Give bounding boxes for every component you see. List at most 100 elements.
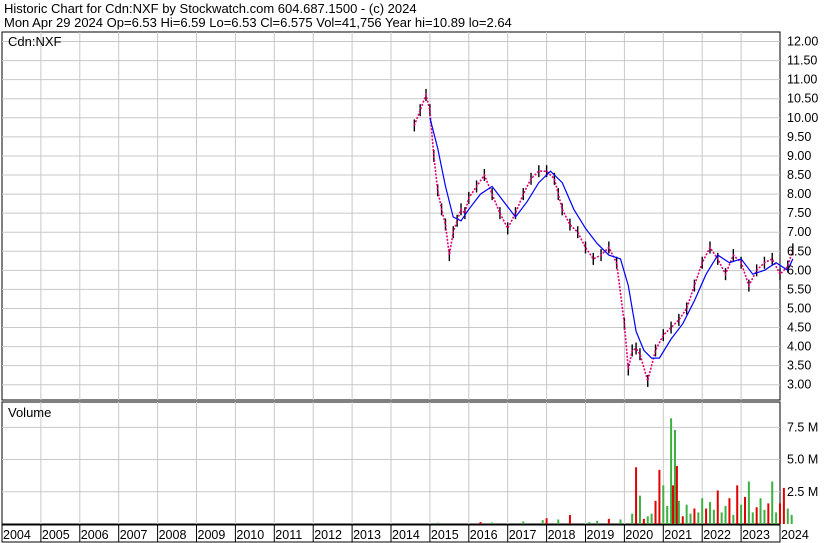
volume-bar [545, 518, 548, 524]
volume-bar [631, 513, 634, 524]
price-tick-label: 8.50 [787, 168, 811, 182]
price-tick-label: 7.00 [787, 225, 811, 239]
price-tick-label: 4.50 [787, 321, 811, 335]
year-tick-label: 2004 [3, 528, 31, 542]
volume-bar [716, 490, 719, 524]
year-tick-label: 2022 [703, 528, 731, 542]
symbol-label: Cdn:NXF [8, 34, 62, 49]
volume-bar [775, 512, 778, 524]
price-tick-label: 6.00 [787, 263, 811, 277]
year-tick-label: 2008 [159, 528, 187, 542]
year-tick-label: 2006 [81, 528, 109, 542]
price-tick-label: 3.00 [787, 378, 811, 392]
volume-bar [677, 500, 680, 524]
year-tick-label: 2018 [548, 528, 576, 542]
price-tick-label: 12.00 [787, 35, 818, 49]
volume-bar [732, 514, 735, 524]
volume-bar [638, 495, 641, 524]
volume-bar [479, 522, 482, 524]
volume-bar [763, 509, 766, 524]
price-tick-label: 10.50 [787, 92, 818, 106]
year-tick-label: 2016 [470, 528, 498, 542]
volume-bar [681, 516, 684, 524]
volume-bar [675, 466, 678, 524]
price-tick-label: 5.50 [787, 282, 811, 296]
price-tick-label: 4.00 [787, 340, 811, 354]
volume-bar [782, 487, 785, 524]
year-tick-label: 2020 [625, 528, 653, 542]
year-tick-label: 2021 [664, 528, 692, 542]
volume-bar [786, 508, 789, 524]
year-tick-label: 2023 [742, 528, 770, 542]
volume-bar [705, 508, 708, 524]
volume-bar [607, 518, 610, 524]
price-tick-label: 9.50 [787, 130, 811, 144]
price-tick-label: 6.50 [787, 244, 811, 258]
volume-bar [491, 522, 494, 524]
volume-bar [767, 503, 770, 524]
volume-axis: 7.5 M 5.0 M 2.5 M [787, 420, 818, 498]
volume-bar [673, 429, 676, 524]
volume-bar [672, 485, 675, 524]
volume-bar [736, 485, 739, 524]
volume-bar [697, 512, 700, 524]
volume-bar [712, 509, 715, 524]
volume-bar [755, 507, 758, 524]
year-tick-label: 2015 [431, 528, 459, 542]
volume-bar [771, 481, 774, 524]
volume-bar [646, 516, 649, 524]
volume-tick-label: 5.0 M [787, 453, 818, 467]
year-tick-label: 2009 [198, 528, 226, 542]
volume-bar [642, 518, 645, 524]
volume-bar [747, 481, 750, 524]
price-tick-label: 11.00 [787, 73, 817, 87]
volume-bar [724, 505, 727, 524]
year-tick-label: 2012 [314, 528, 342, 542]
time-axis: 2004 2005 2006 2007 2008 2009 2010 2011 2012 2013… [3, 525, 809, 542]
volume-bar [568, 514, 571, 524]
grid-lines [2, 32, 780, 524]
year-tick-label: 2007 [120, 528, 148, 542]
volume-bar [557, 519, 560, 524]
year-tick-label: 2005 [42, 528, 70, 542]
price-tick-label: 7.50 [787, 206, 811, 220]
volume-bar [790, 514, 793, 524]
stock-chart: 12.00 11.50 11.00 10.50 10.00 9.50 9.00 8.50 8.0… [1, 31, 818, 543]
volume-bar [701, 498, 704, 524]
volume-bar [728, 498, 731, 524]
volume-bar [658, 469, 661, 524]
price-tick-label: 11.50 [787, 54, 817, 68]
price-axis: 12.00 11.50 11.00 10.50 10.00 9.50 9.00 8.50 8.0… [787, 35, 818, 392]
volume-bar [670, 418, 673, 524]
volume-bar [720, 512, 723, 524]
volume-tick-label: 2.5 M [787, 485, 818, 499]
volume-bar [619, 519, 622, 524]
volume-bar [689, 513, 692, 524]
volume-bar [759, 498, 762, 524]
volume-bar [654, 500, 657, 524]
volume-label: Volume [8, 405, 51, 420]
year-tick-label: 2019 [587, 528, 615, 542]
volume-bar [650, 513, 653, 524]
price-tick-label: 5.00 [787, 301, 811, 315]
price-tick-label: 10.00 [787, 111, 818, 125]
volume-bar [685, 504, 688, 524]
volume-bar [740, 504, 743, 524]
volume-bar [541, 520, 544, 524]
volume-bar [743, 496, 746, 524]
year-tick-label: 2013 [353, 528, 381, 542]
year-tick-label: 2010 [236, 528, 264, 542]
volume-tick-label: 7.5 M [787, 420, 818, 434]
price-tick-label: 3.50 [787, 359, 811, 373]
volume-bar [522, 521, 525, 524]
volume-bar [588, 522, 591, 524]
price-tick-label: 9.00 [787, 149, 811, 163]
volume-bar [708, 502, 711, 524]
volume-bar [693, 508, 696, 524]
volume-bar [779, 503, 781, 524]
volume-bar [751, 512, 754, 524]
year-tick-label: 2017 [509, 528, 537, 542]
volume-bar [596, 520, 599, 524]
volume-bar [436, 522, 439, 524]
volume-bar [635, 467, 638, 524]
